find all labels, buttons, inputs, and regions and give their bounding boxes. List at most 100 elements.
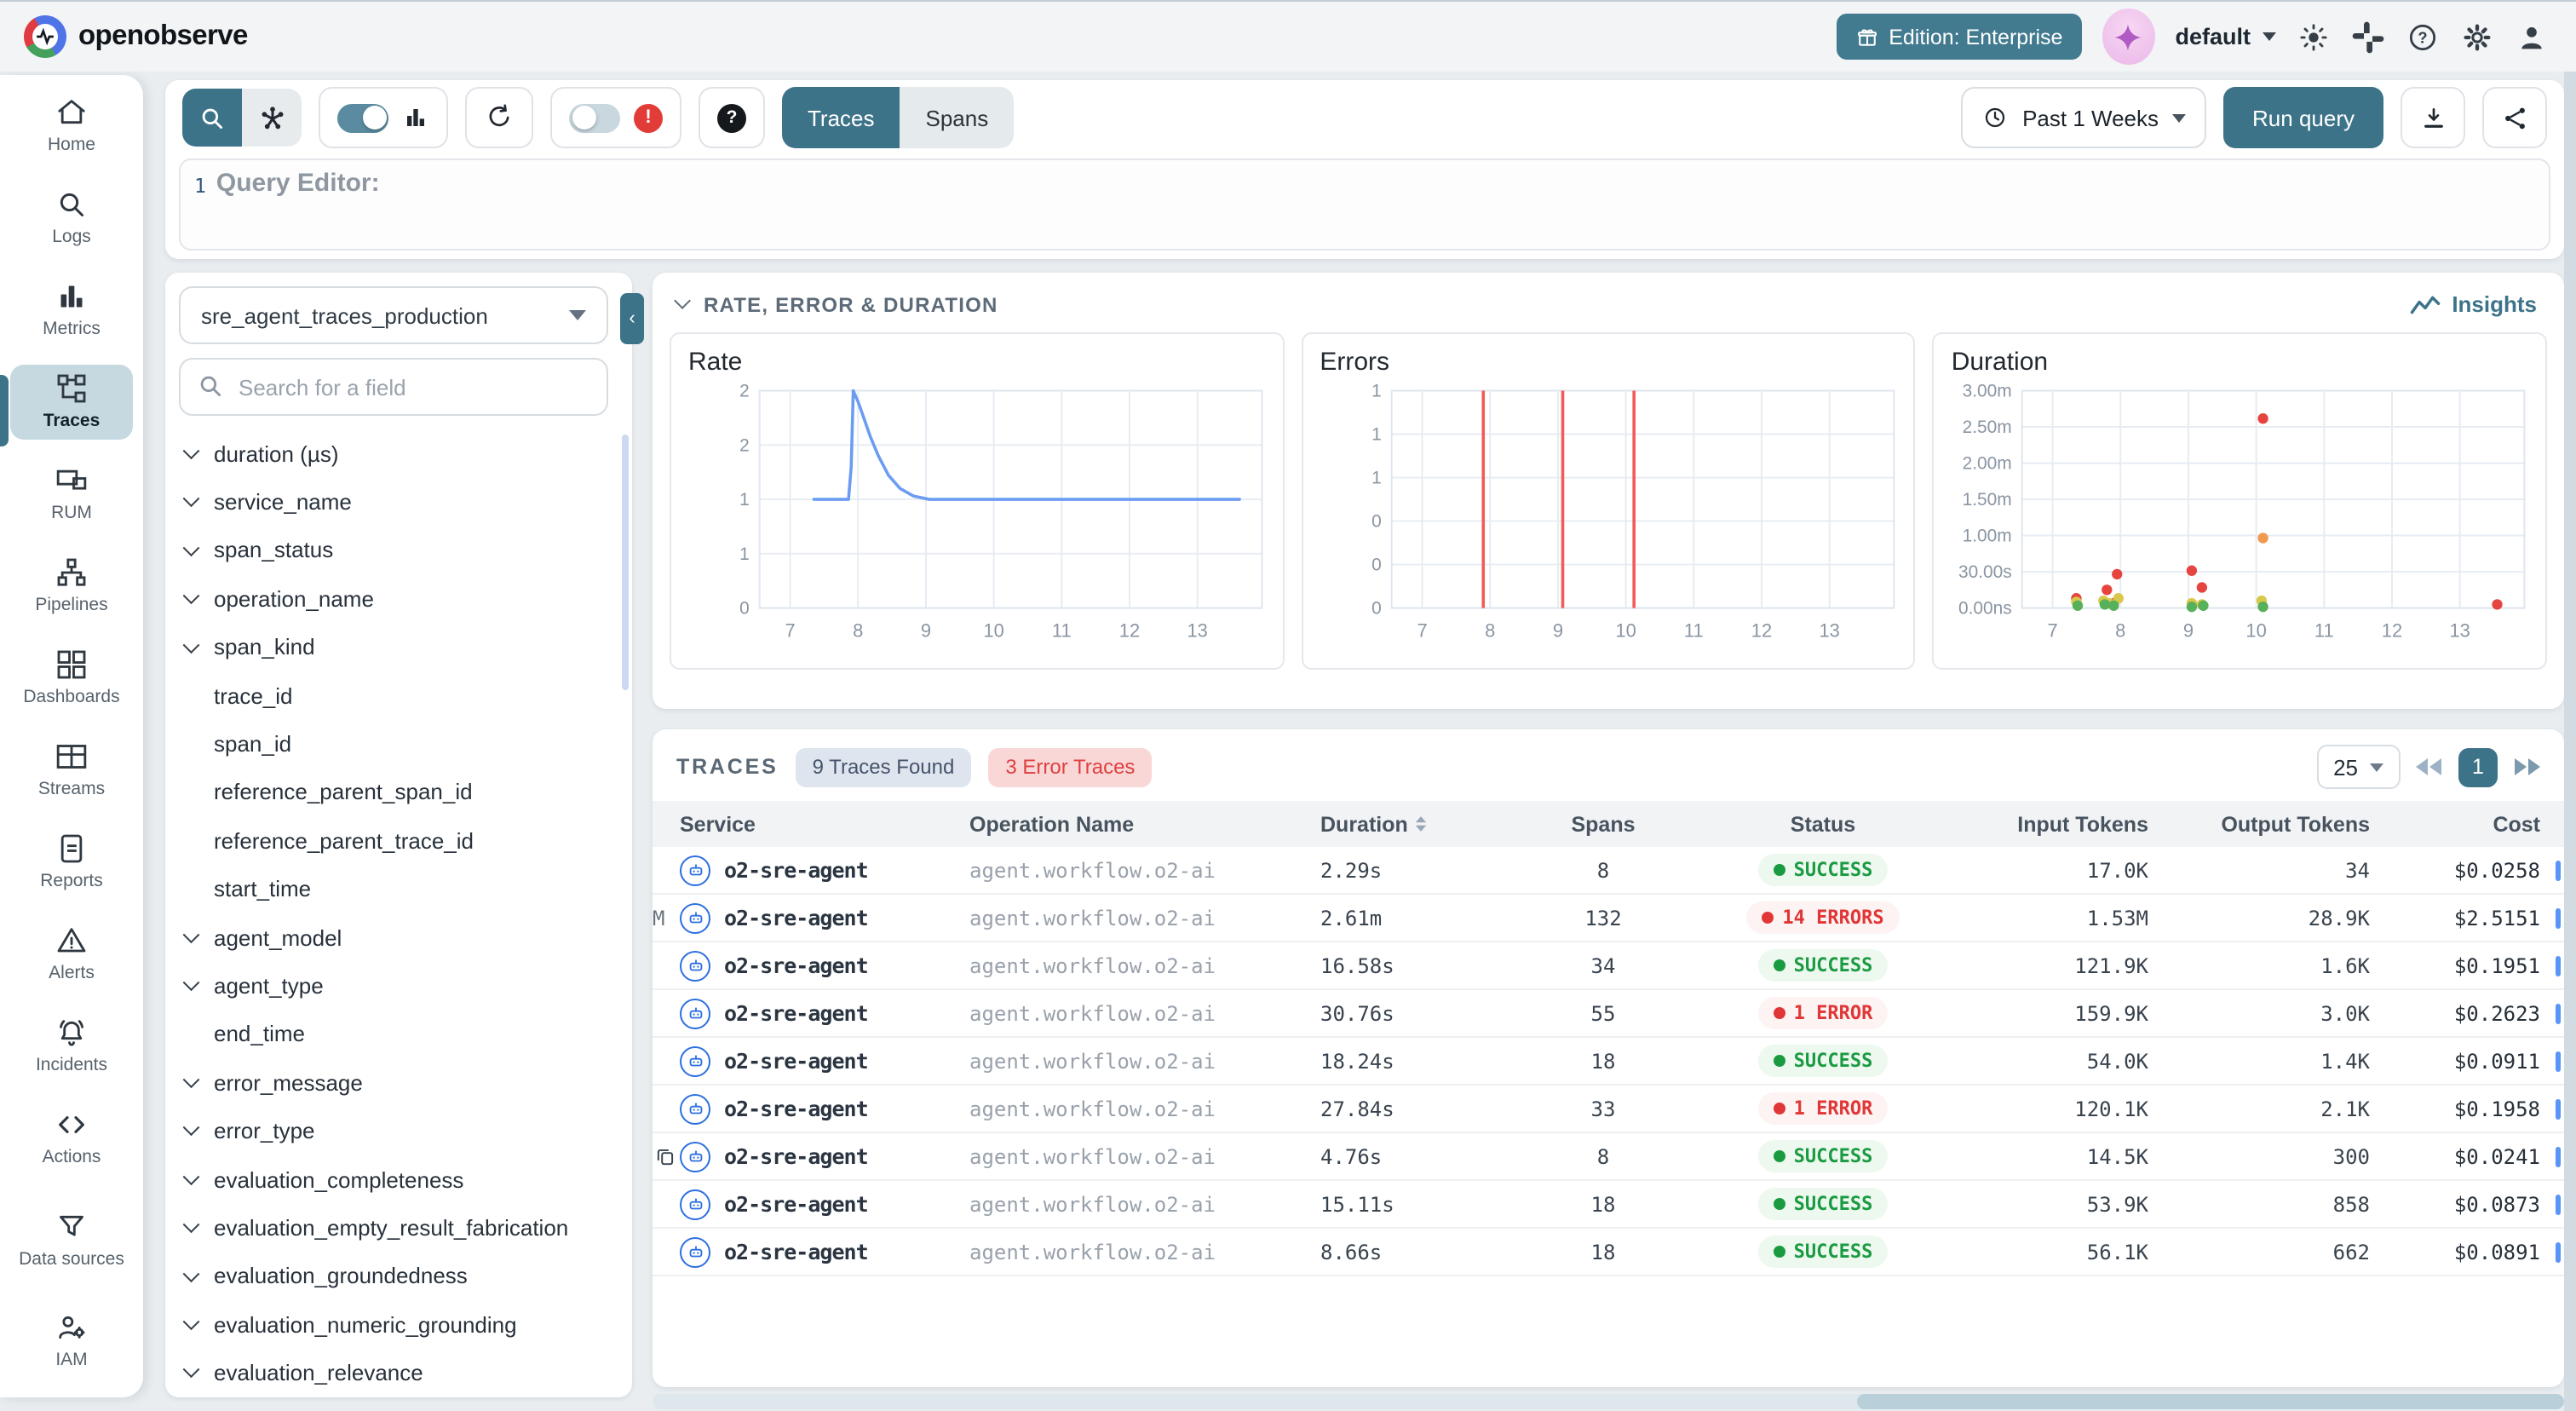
chevron-down-icon xyxy=(183,975,198,990)
sidebar-item-home[interactable]: Home xyxy=(10,89,133,164)
field-item[interactable]: service_name xyxy=(165,478,632,527)
sidebar-item-data-sources[interactable]: Data sources xyxy=(10,1193,133,1287)
tab-traces[interactable]: Traces xyxy=(782,87,900,148)
field-item[interactable]: evaluation_completeness xyxy=(165,1155,632,1204)
cell-service[interactable]: o2-sre-agent xyxy=(680,1141,969,1172)
field-item[interactable]: reference_parent_span_id xyxy=(165,768,632,816)
field-item[interactable]: error_message xyxy=(165,1058,632,1107)
sidebar-item-dashboards[interactable]: Dashboards xyxy=(10,641,133,716)
sidebar-item-iam[interactable]: IAM xyxy=(10,1304,133,1379)
table-row[interactable]: o2-sre-agentagent.workflow.o2-ai27.84s33… xyxy=(653,1086,2564,1133)
field-item[interactable]: span_status xyxy=(165,527,632,575)
cell-service[interactable]: o2-sre-agent xyxy=(680,1045,969,1076)
share-button[interactable] xyxy=(2482,87,2547,148)
profile-button[interactable] xyxy=(2515,20,2549,54)
cell-service[interactable]: o2-sre-agent xyxy=(680,855,969,885)
column-header-spans[interactable]: Spans xyxy=(1518,812,1688,836)
fields-scrollbar[interactable] xyxy=(622,435,629,690)
cell-service[interactable]: o2-sre-agent xyxy=(680,902,969,933)
page-size-selector[interactable]: 25 xyxy=(2316,745,2401,789)
help-button[interactable]: ? xyxy=(2406,20,2440,54)
current-page-button[interactable]: 1 xyxy=(2458,747,2498,786)
column-header-output[interactable]: Output Tokens xyxy=(2159,812,2380,836)
sort-icon[interactable] xyxy=(1415,815,1429,833)
sidebar-item-incidents[interactable]: Incidents xyxy=(10,1009,133,1084)
sidebar-item-logs[interactable]: Logs xyxy=(10,181,133,256)
stream-selector[interactable]: sre_agent_traces_production xyxy=(179,286,608,344)
page-scrollbar[interactable] xyxy=(2564,72,2576,1411)
run-query-button[interactable]: Run query xyxy=(2223,87,2383,148)
sidebar-item-traces[interactable]: Traces xyxy=(10,365,133,440)
table-row[interactable]: o2-sre-agentagent.workflow.o2-ai15.11s18… xyxy=(653,1181,2564,1229)
cell-cost: $0.2623 xyxy=(2380,1001,2564,1025)
field-item[interactable]: evaluation_groundedness xyxy=(165,1252,632,1300)
field-item[interactable]: span_kind xyxy=(165,623,632,671)
field-search-input[interactable] xyxy=(179,358,608,416)
slack-button[interactable] xyxy=(2351,20,2385,54)
ai-assistant-button[interactable] xyxy=(2102,9,2154,65)
insights-link[interactable]: Insights xyxy=(2409,291,2537,317)
table-row[interactable]: o2-sre-agentagent.workflow.o2-ai2.29s8SU… xyxy=(653,847,2564,895)
column-header-operation[interactable]: Operation Name xyxy=(969,812,1320,836)
edition-badge[interactable]: Edition: Enterprise xyxy=(1836,14,2081,60)
field-item[interactable]: start_time xyxy=(165,865,632,913)
field-item[interactable]: end_time xyxy=(165,1010,632,1058)
horizontal-scrollbar-thumb[interactable] xyxy=(1857,1394,2564,1409)
first-page-icon[interactable] xyxy=(2416,758,2443,775)
field-item[interactable]: error_type xyxy=(165,1107,632,1155)
table-row[interactable]: o2-sre-agentagent.workflow.o2-ai30.76s55… xyxy=(653,990,2564,1038)
sidebar-item-actions[interactable]: Actions xyxy=(10,1101,133,1176)
field-item[interactable]: evaluation_numeric_grounding xyxy=(165,1300,632,1349)
sidebar-item-alerts[interactable]: Alerts xyxy=(10,917,133,992)
field-item[interactable]: span_id xyxy=(165,720,632,769)
settings-button[interactable] xyxy=(2460,20,2494,54)
field-item[interactable]: duration (µs) xyxy=(165,429,632,478)
cell-service[interactable]: o2-sre-agent xyxy=(680,950,969,981)
question-circle-icon[interactable]: ? xyxy=(717,103,746,132)
cell-service[interactable]: o2-sre-agent xyxy=(680,1093,969,1124)
sidebar-item-reports[interactable]: Reports xyxy=(10,825,133,900)
histogram-toggle[interactable] xyxy=(337,103,388,132)
cell-service[interactable]: o2-sre-agent xyxy=(680,998,969,1028)
refresh-icon[interactable] xyxy=(484,102,515,133)
saved-views-button[interactable] xyxy=(242,89,302,147)
table-row[interactable]: Mo2-sre-agentagent.workflow.o2-ai2.61m13… xyxy=(653,895,2564,942)
horizontal-scrollbar-track[interactable] xyxy=(653,1394,2564,1409)
sidebar-item-rum[interactable]: RUM xyxy=(10,457,133,532)
chevron-down-icon[interactable] xyxy=(674,292,691,309)
column-header-duration[interactable]: Duration xyxy=(1320,812,1518,836)
table-row[interactable]: o2-sre-agentagent.workflow.o2-ai4.76s8SU… xyxy=(653,1133,2564,1181)
field-item[interactable]: reference_parent_trace_id xyxy=(165,816,632,865)
cell-service[interactable]: o2-sre-agent xyxy=(680,1236,969,1267)
sidebar-item-streams[interactable]: Streams xyxy=(10,733,133,808)
field-item[interactable]: agent_type xyxy=(165,962,632,1011)
table-row[interactable]: o2-sre-agentagent.workflow.o2-ai16.58s34… xyxy=(653,942,2564,990)
field-item[interactable]: evaluation_empty_result_fabrication xyxy=(165,1204,632,1253)
field-item[interactable]: evaluation_relevance xyxy=(165,1349,632,1397)
column-header-cost[interactable]: Cost xyxy=(2380,812,2564,836)
sidebar-item-pipelines[interactable]: Pipelines xyxy=(10,549,133,624)
download-button[interactable] xyxy=(2401,87,2465,148)
cell-operation: agent.workflow.o2-ai xyxy=(969,1097,1320,1120)
copy-icon[interactable] xyxy=(654,1145,676,1167)
search-mode-button[interactable] xyxy=(182,89,242,147)
field-item[interactable]: trace_id xyxy=(165,671,632,720)
time-range-selector[interactable]: Past 1 Weeks xyxy=(1961,87,2206,148)
query-editor[interactable]: 1 Query Editor: xyxy=(179,158,2550,251)
sidebar-item-metrics[interactable]: Metrics xyxy=(10,273,133,348)
field-item[interactable]: agent_model xyxy=(165,913,632,962)
column-header-status[interactable]: Status xyxy=(1688,812,1958,836)
table-row[interactable]: o2-sre-agentagent.workflow.o2-ai8.66s18S… xyxy=(653,1229,2564,1276)
field-item[interactable]: operation_name xyxy=(165,574,632,623)
last-page-icon[interactable] xyxy=(2513,758,2540,775)
tab-spans[interactable]: Spans xyxy=(900,87,1015,148)
column-header-service[interactable]: Service xyxy=(680,812,969,836)
theme-toggle-button[interactable] xyxy=(2297,20,2331,54)
errors-only-toggle[interactable] xyxy=(569,103,620,132)
error-traces-badge[interactable]: 3 Error Traces xyxy=(988,747,1152,786)
cell-service[interactable]: o2-sre-agent xyxy=(680,1189,969,1219)
org-selector[interactable]: default xyxy=(2175,24,2276,49)
column-header-input[interactable]: Input Tokens xyxy=(1958,812,2159,836)
collapse-fields-button[interactable]: ‹ xyxy=(620,293,644,344)
table-row[interactable]: o2-sre-agentagent.workflow.o2-ai18.24s18… xyxy=(653,1038,2564,1086)
